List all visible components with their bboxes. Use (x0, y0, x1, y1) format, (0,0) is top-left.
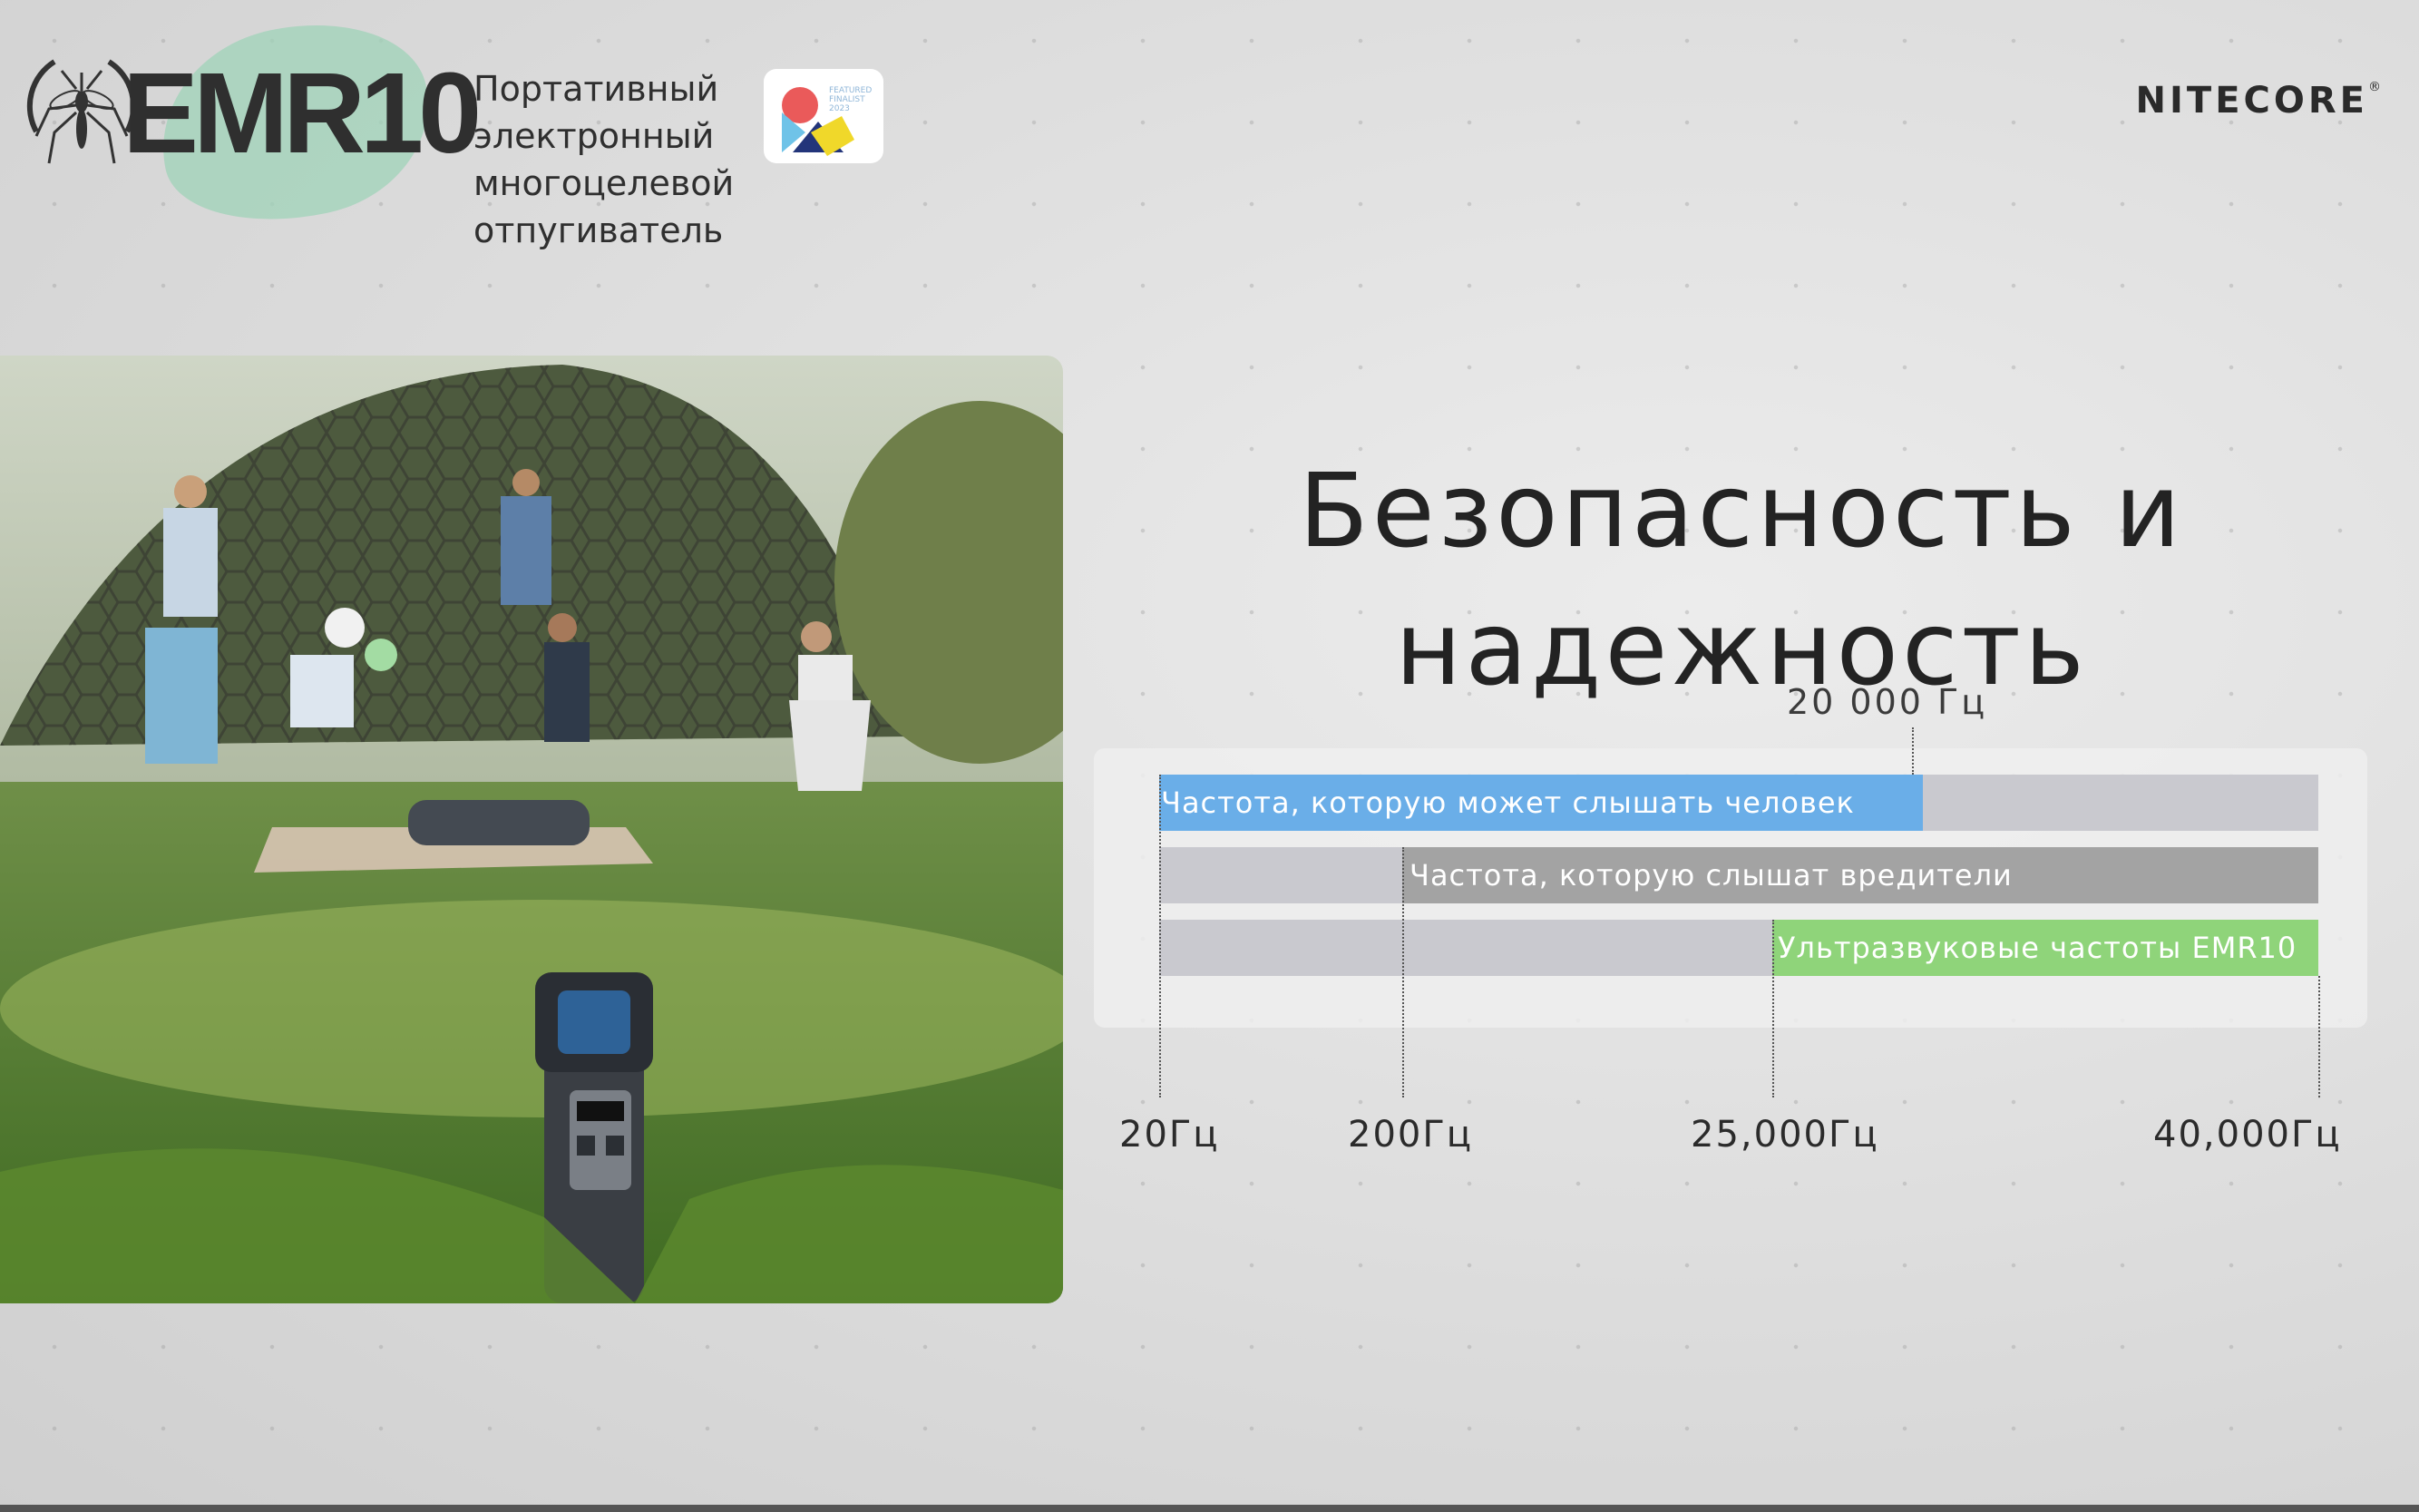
award-logo-icon: FEATURED FINALIST 2023 (782, 86, 872, 156)
tagline-line: многоцелевой (473, 163, 735, 203)
marker-line (1912, 727, 1914, 775)
tick-label: 40,000Гц (2153, 1114, 2342, 1156)
registered-mark: ® (2368, 80, 2381, 94)
award-text: 2023 (829, 104, 850, 113)
marker-label-20000hz: 20 000 Гц (1787, 682, 1988, 722)
section-heading: Безопасность и надежность (1179, 443, 2304, 718)
tagline-line: Портативный (473, 69, 719, 109)
tick-line (1772, 920, 1774, 1097)
tick-label: 25,000Гц (1691, 1114, 1879, 1156)
bottom-edge-bar (0, 1505, 2419, 1512)
award-badge: FEATURED FINALIST 2023 (764, 69, 883, 163)
company-logo: NITECORE® (2136, 80, 2381, 122)
bar-label: Частота, которую может слышать человек (1161, 785, 1855, 820)
tagline-line: отпугиватель (473, 210, 724, 250)
tick-label: 20Гц (1119, 1114, 1220, 1156)
award-text: FEATURED (829, 86, 872, 95)
tick-label: 200Гц (1348, 1114, 1473, 1156)
tick-line (2318, 976, 2320, 1097)
company-name: NITECORE (2135, 80, 2368, 122)
heading-line: надежность (1395, 590, 2088, 708)
lifestyle-photo (0, 356, 1063, 1303)
award-text: FINALIST (829, 95, 865, 104)
bar-label: Частота, которую слышат вредители (1409, 858, 2013, 893)
product-tagline: Портативный электронный многоцелевой отп… (473, 65, 734, 254)
heading-line: Безопасность и (1298, 453, 2185, 571)
bar-label: Ультразвуковые частоты EMR10 (1778, 931, 2297, 965)
tick-line (1402, 847, 1404, 1097)
tick-line (1159, 775, 1161, 1097)
photo-illustration (0, 356, 1063, 1303)
product-logo-text: EMR10 (122, 49, 482, 177)
tagline-line: электронный (473, 116, 715, 156)
